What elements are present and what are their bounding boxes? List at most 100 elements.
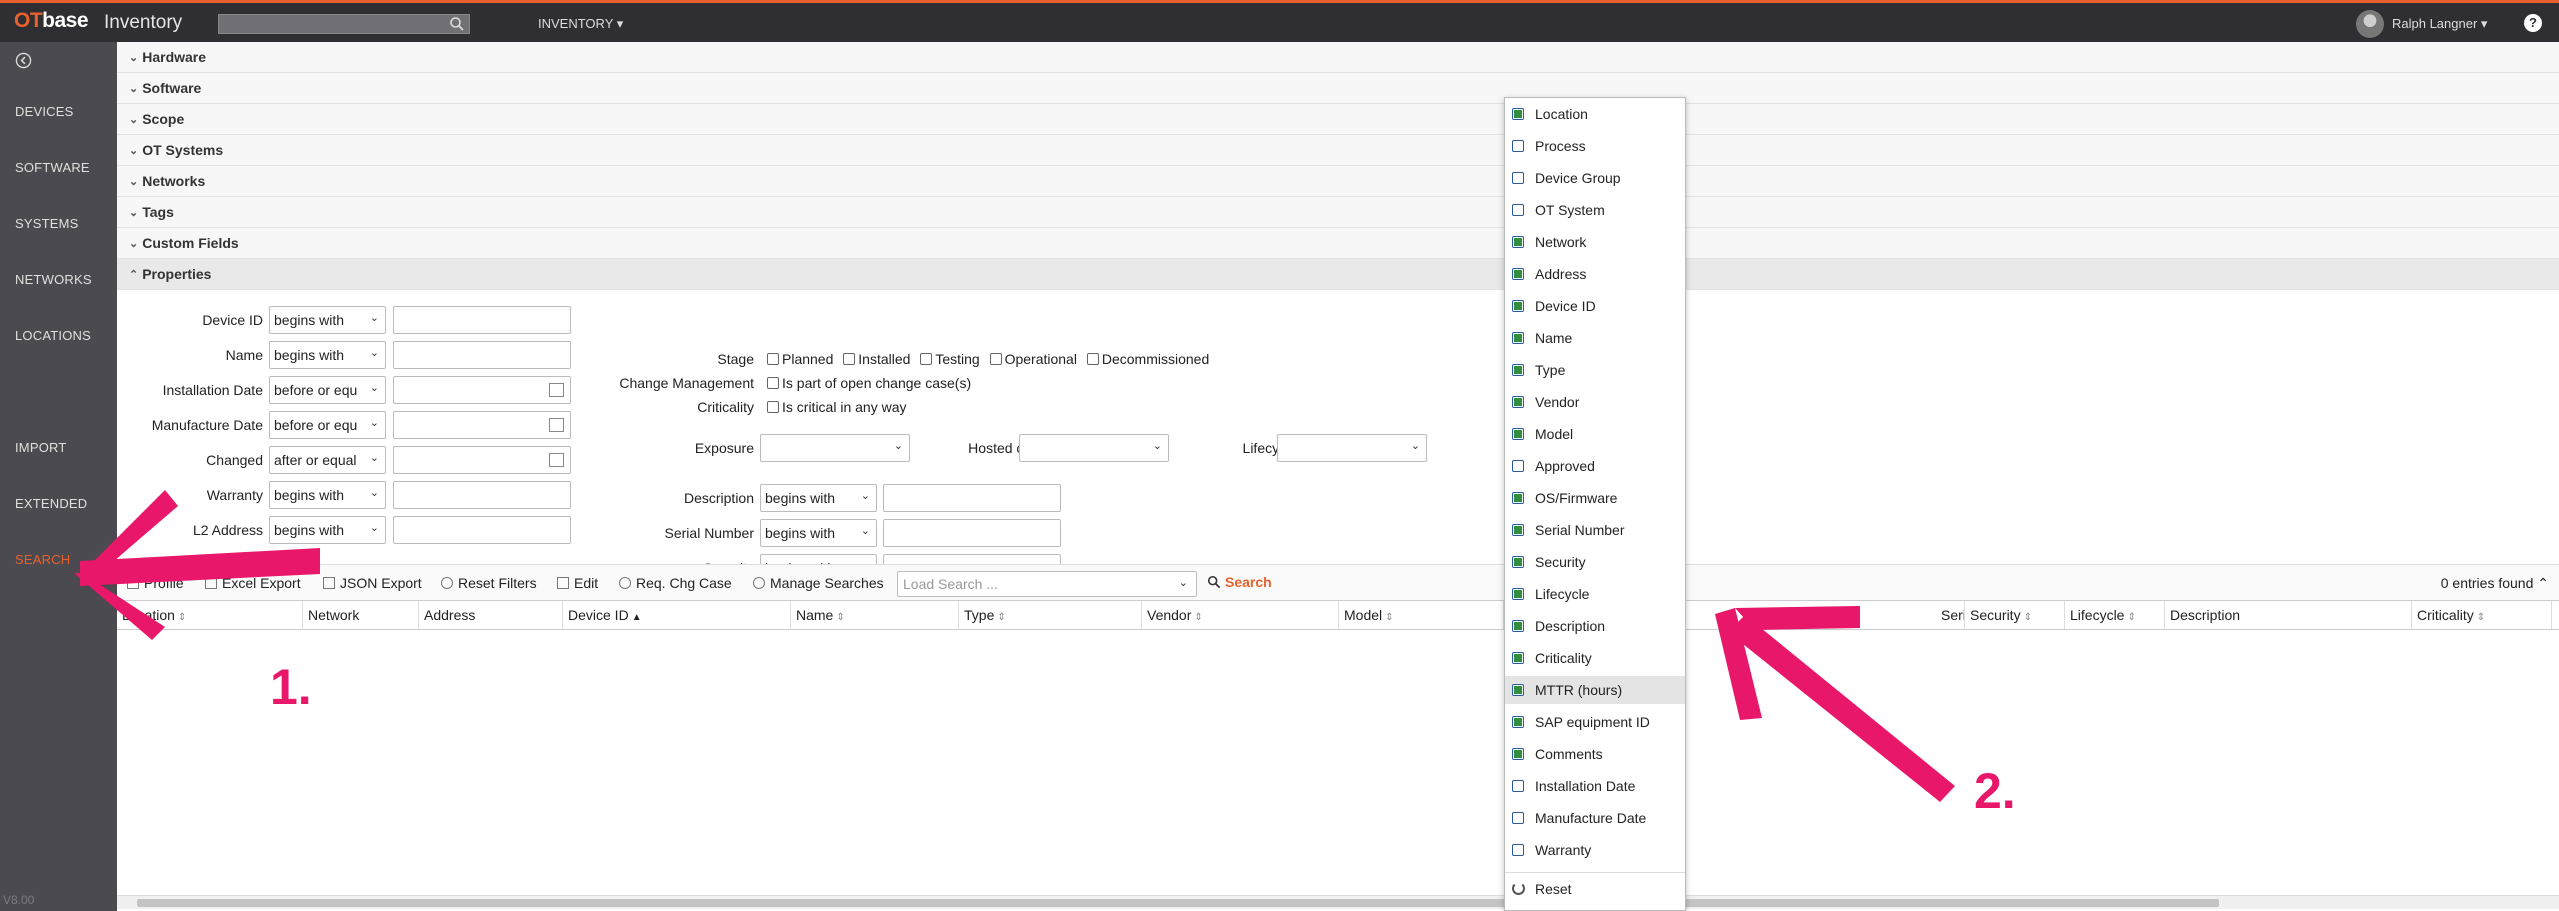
name-input[interactable] (393, 341, 571, 369)
column-option-process[interactable]: Process (1505, 132, 1685, 160)
description-input[interactable] (883, 484, 1061, 512)
column-option-os-firmware[interactable]: OS/Firmware (1505, 484, 1685, 512)
stage-installed-checkbox[interactable]: Installed (843, 351, 910, 367)
sidebar-item-search[interactable]: SEARCH (15, 552, 70, 567)
manage-searches-button[interactable]: Manage Searches (753, 575, 884, 591)
profile-button[interactable]: Profile (127, 575, 184, 591)
accordion-tags[interactable]: ⌄ Tags (117, 197, 2559, 228)
column-model[interactable]: Model ⇕ (1339, 601, 1504, 629)
l2-address-operator-select[interactable]: begins with ⌄ (269, 516, 386, 544)
sidebar-item-devices[interactable]: DEVICES (15, 104, 73, 119)
column-option-device-id[interactable]: Device ID (1505, 292, 1685, 320)
sidebar-item-extended[interactable]: EXTENDED (15, 496, 87, 511)
accordion-custom-fields[interactable]: ⌄ Custom Fields (117, 228, 2559, 259)
edit-button[interactable]: Edit (557, 575, 598, 591)
critical-checkbox[interactable]: Is critical in any way (767, 399, 906, 415)
checkbox[interactable] (1512, 140, 1524, 152)
column-option-type[interactable]: Type (1505, 356, 1685, 384)
otbase-logo[interactable]: OTbase (14, 9, 89, 33)
checkbox[interactable] (1512, 364, 1524, 376)
device-id-input[interactable] (393, 306, 571, 334)
installation-date-operator-select[interactable]: before or equ ⌄ (269, 376, 386, 404)
column-option-model[interactable]: Model (1505, 420, 1685, 448)
checkbox[interactable] (1512, 236, 1524, 248)
column-option-installation-date[interactable]: Installation Date (1505, 772, 1685, 800)
chevron-up-icon[interactable]: ⌃ (2537, 575, 2549, 591)
checkbox[interactable] (1512, 844, 1524, 856)
name-operator-select[interactable]: begins with ⌄ (269, 341, 386, 369)
checkbox[interactable] (1512, 716, 1524, 728)
help-icon[interactable]: ? (2524, 14, 2542, 32)
checkbox[interactable] (1512, 300, 1524, 312)
checkbox[interactable] (1512, 492, 1524, 504)
excel-export-button[interactable]: Excel Export (205, 575, 301, 591)
horizontal-scrollbar[interactable] (117, 895, 2559, 909)
column-criticality[interactable]: Criticality ⇕ (2412, 601, 2552, 629)
warranty-input[interactable] (393, 481, 571, 509)
checkbox[interactable] (1512, 588, 1524, 600)
lifecycle-select[interactable]: ⌄ (1277, 434, 1427, 462)
column-option-manufacture-date[interactable]: Manufacture Date (1505, 804, 1685, 832)
column-option-warranty[interactable]: Warranty (1505, 836, 1685, 864)
sidebar-item-software[interactable]: SOFTWARE (15, 160, 90, 175)
column-device-id[interactable]: Device ID ▲ (563, 601, 791, 629)
column-option-name[interactable]: Name (1505, 324, 1685, 352)
column-option-network[interactable]: Network (1505, 228, 1685, 256)
sidebar-item-import[interactable]: IMPORT (15, 440, 67, 455)
checkbox[interactable] (1512, 428, 1524, 440)
checkbox[interactable] (1512, 524, 1524, 536)
serial-number-input[interactable] (883, 519, 1061, 547)
sidebar-item-networks[interactable]: NETWORKS (15, 272, 92, 287)
reset-columns-button[interactable]: Reset (1505, 872, 1685, 902)
reset-filters-button[interactable]: Reset Filters (441, 575, 537, 591)
column-serial-number[interactable]: Serial Number⇕ (1807, 601, 1965, 629)
back-icon[interactable] (15, 52, 32, 69)
sidebar-item-systems[interactable]: SYSTEMS (15, 216, 79, 231)
accordion-properties[interactable]: ⌃ Properties (117, 259, 2559, 290)
column-network[interactable]: Network (303, 601, 419, 629)
column-type[interactable]: Type ⇕ (959, 601, 1142, 629)
stage-planned-checkbox[interactable]: Planned (767, 351, 833, 367)
column-option-location[interactable]: Location (1505, 100, 1685, 128)
column-option-sap-equipment-id[interactable]: SAP equipment ID (1505, 708, 1685, 736)
accordion-software[interactable]: ⌄ Software (117, 73, 2559, 104)
checkbox[interactable] (1512, 268, 1524, 280)
hosted-on-select[interactable]: ⌄ (1019, 434, 1169, 462)
column-option-security[interactable]: Security (1505, 548, 1685, 576)
manufacture-date-input[interactable] (393, 411, 571, 439)
open-change-case-checkbox[interactable]: Is part of open change case(s) (767, 375, 971, 391)
stage-operational-checkbox[interactable]: Operational (989, 351, 1077, 367)
checkbox[interactable] (1512, 620, 1524, 632)
column-option-mttr-hours[interactable]: MTTR (hours) (1505, 676, 1685, 704)
load-search-select[interactable]: Load Search ... ⌄ (897, 571, 1197, 597)
column-option-device-group[interactable]: Device Group (1505, 164, 1685, 192)
inventory-menu[interactable]: INVENTORY ▾ (538, 16, 623, 32)
column-option-comments[interactable]: Comments (1505, 740, 1685, 768)
checkbox[interactable] (1512, 812, 1524, 824)
column-security[interactable]: Security ⇕ (1965, 601, 2065, 629)
checkbox[interactable] (1512, 108, 1524, 120)
checkbox[interactable] (1512, 652, 1524, 664)
stage-testing-checkbox[interactable]: Testing (920, 351, 980, 367)
column-name[interactable]: Name ⇕ (791, 601, 959, 629)
column-vendor[interactable]: Vendor ⇕ (1142, 601, 1339, 629)
scrollbar-thumb[interactable] (137, 899, 2219, 907)
checkbox[interactable] (1512, 396, 1524, 408)
search-button[interactable]: Search (1207, 574, 1272, 590)
column-option-criticality[interactable]: Criticality (1505, 644, 1685, 672)
accordion-ot-systems[interactable]: ⌄ OT Systems (117, 135, 2559, 166)
column-option-address[interactable]: Address (1505, 260, 1685, 288)
stage-decommissioned-checkbox[interactable]: Decommissioned (1086, 351, 1209, 367)
device-id-operator-select[interactable]: begins with ⌄ (269, 306, 386, 334)
checkbox[interactable] (1512, 556, 1524, 568)
column-lifecycle[interactable]: Lifecycle ⇕ (2065, 601, 2165, 629)
calendar-icon[interactable] (549, 453, 564, 467)
column-option-ot-system[interactable]: OT System (1505, 196, 1685, 224)
checkbox[interactable] (1512, 172, 1524, 184)
column-option-approved[interactable]: Approved (1505, 452, 1685, 480)
installation-date-input[interactable] (393, 376, 571, 404)
changed-operator-select[interactable]: after or equal ⌄ (269, 446, 386, 474)
warranty-operator-select[interactable]: begins with ⌄ (269, 481, 386, 509)
checkbox[interactable] (1512, 460, 1524, 472)
column-address[interactable]: Address (419, 601, 563, 629)
